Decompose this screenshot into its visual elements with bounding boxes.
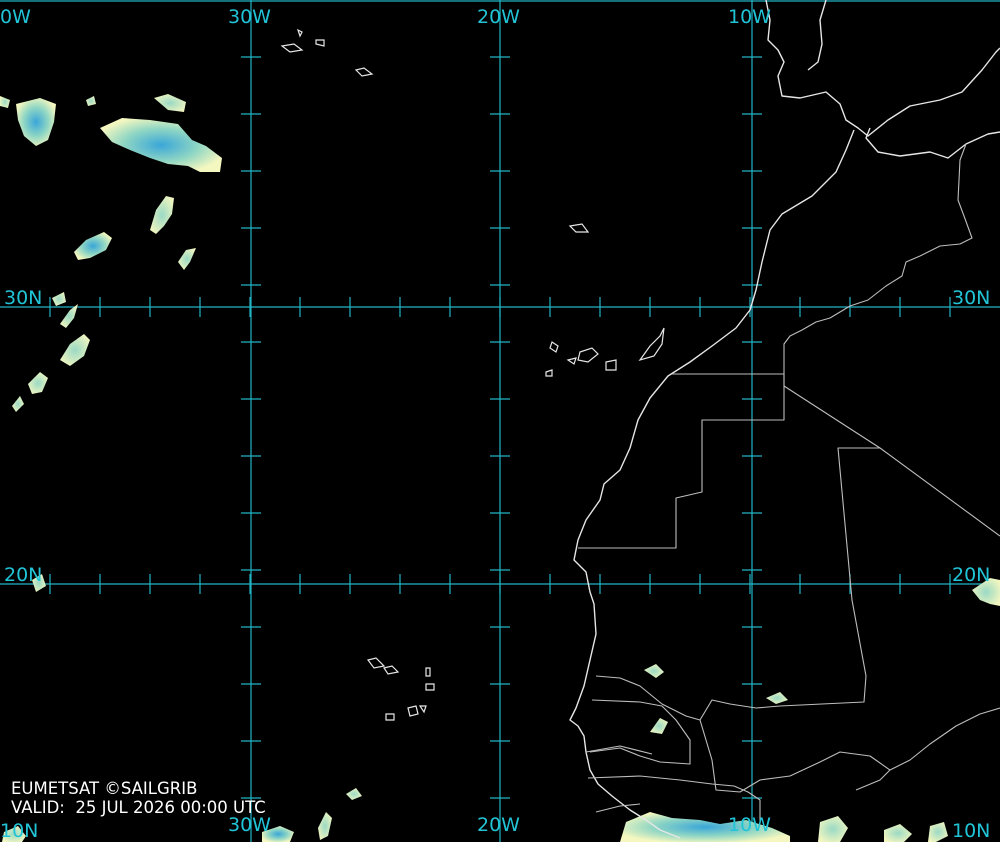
lat-label-right-30n: 30N <box>952 287 991 309</box>
lon-label-top-10w: 10W <box>728 6 771 28</box>
mali-border <box>699 707 1000 793</box>
cape-verde-island <box>366 657 386 669</box>
cape-verde-island <box>418 705 427 714</box>
cloud-band <box>150 196 174 234</box>
morocco-coast <box>865 127 1000 159</box>
cloud-band <box>318 812 332 840</box>
azores-island <box>296 28 303 38</box>
cloud-band <box>818 816 848 842</box>
cloud-band <box>86 96 96 106</box>
western-sahara-border <box>578 373 785 549</box>
cloud-band <box>154 94 186 112</box>
canary-island <box>545 369 553 377</box>
cloud-band <box>16 98 56 146</box>
atlantic-coast <box>569 129 855 839</box>
burkina-border <box>855 769 891 791</box>
lon-label-bottom-10n-right: 10N <box>952 820 991 842</box>
cloud-band <box>60 334 90 366</box>
cloud-band <box>0 96 10 108</box>
canary-island <box>549 341 559 353</box>
cloud-band <box>74 232 112 260</box>
lon-label-bottom-10w: 10W <box>728 814 771 836</box>
lon-label-top-0w: 0W <box>0 6 31 28</box>
canary-island <box>605 359 617 371</box>
lat-label-left-30n: 30N <box>4 287 43 309</box>
canary-island <box>638 327 665 362</box>
azores-island <box>280 43 304 53</box>
cloud-band <box>650 718 668 734</box>
cape-verde-island <box>425 667 431 677</box>
cloud-band <box>12 396 24 412</box>
cloud-band <box>28 372 48 394</box>
cloud-band <box>346 788 362 800</box>
lon-label-top-30w: 30W <box>228 6 271 28</box>
coastlines <box>280 0 1000 839</box>
cape-verde-island <box>407 705 419 717</box>
cape-verde-island <box>385 713 395 721</box>
lon-label-top-20w: 20W <box>477 6 520 28</box>
morocco-algeria-border <box>783 143 973 386</box>
iberia-north <box>807 0 827 71</box>
map-canvas <box>0 0 1000 842</box>
azores-island <box>315 39 325 47</box>
algeria-mali-border <box>879 447 1000 537</box>
satellite-map: 0W 30W 20W 10W 30N 20N 30N 20N 10N 30W 2… <box>0 0 1000 842</box>
valid-label: VALID: <box>11 798 65 817</box>
lon-label-bottom-10n-left: 10N <box>0 820 39 842</box>
iberia-coast <box>765 0 1000 137</box>
azores-island <box>354 67 374 77</box>
mauritania-border <box>595 385 881 721</box>
madeira-island <box>568 223 590 233</box>
lat-label-right-20n: 20N <box>952 564 991 586</box>
senegal-border <box>589 699 691 765</box>
lon-label-bottom-30w: 30W <box>228 814 271 836</box>
cloud-band <box>644 664 664 678</box>
cloud-band <box>928 822 948 842</box>
cloud-band <box>766 692 788 704</box>
lat-label-left-20n: 20N <box>4 564 43 586</box>
cloud-band <box>100 118 222 172</box>
guinea-south <box>595 803 641 813</box>
valid-time: 25 JUL 2026 00:00 UTC <box>75 798 266 817</box>
cloud-band <box>884 824 912 842</box>
credit-valid: VALID: 25 JUL 2026 00:00 UTC <box>11 799 266 817</box>
country-borders <box>578 143 1000 822</box>
credit-source: EUMETSAT ©SAILGRIB <box>11 779 198 798</box>
cloud-band <box>52 292 66 306</box>
canary-island <box>566 357 577 365</box>
lon-label-bottom-20w: 20W <box>477 814 520 836</box>
gambia-border <box>585 745 653 755</box>
cloud-band <box>178 248 196 270</box>
cape-verde-island <box>425 683 435 691</box>
canary-island <box>577 347 599 363</box>
cape-verde-island <box>383 665 400 675</box>
